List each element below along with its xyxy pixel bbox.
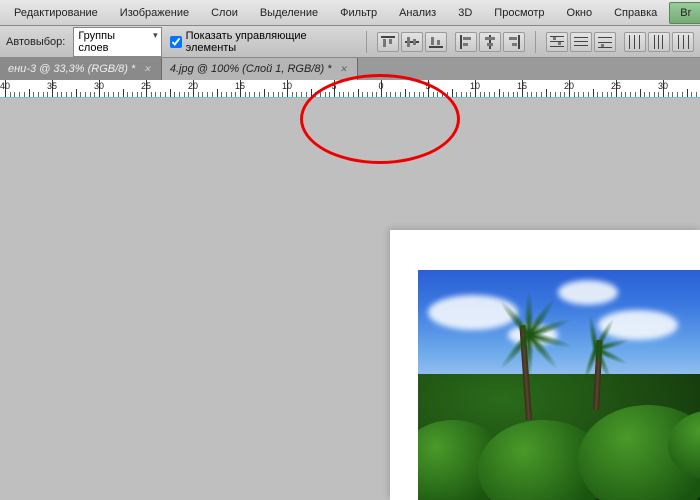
align-hcenter-icon[interactable]: [479, 32, 501, 52]
menu-help[interactable]: Справка: [604, 3, 667, 23]
separator: [535, 31, 536, 53]
close-icon[interactable]: ✕: [338, 64, 350, 75]
tab-label: ени-3 @ 33,3% (RGB/8) *: [8, 63, 135, 75]
distribute-bottom-icon[interactable]: [594, 32, 616, 52]
document-tabs: ени-3 @ 33,3% (RGB/8) * ✕ 4.jpg @ 100% (…: [0, 58, 700, 80]
menu-3d[interactable]: 3D: [448, 3, 482, 23]
menu-view[interactable]: Просмотр: [484, 3, 554, 23]
distribute-left-icon[interactable]: [624, 32, 646, 52]
menu-bar: Редактирование Изображение Слои Выделени…: [0, 0, 700, 26]
menu-window[interactable]: Окно: [557, 3, 603, 23]
distribute-vcenter-icon[interactable]: [570, 32, 592, 52]
bridge-button[interactable]: Br: [669, 2, 700, 24]
distribute-hcenter-icon[interactable]: [648, 32, 670, 52]
show-controls-label: Показать управляющие элементы: [186, 30, 356, 54]
distribute-top-icon[interactable]: [546, 32, 568, 52]
align-bottom-icon[interactable]: [425, 32, 447, 52]
close-icon[interactable]: ✕: [141, 64, 153, 75]
menu-analysis[interactable]: Анализ: [389, 3, 446, 23]
options-bar: Автовыбор: Группы слоев Показать управля…: [0, 26, 700, 58]
distribute-right-icon[interactable]: [672, 32, 694, 52]
tab-label: 4.jpg @ 100% (Слой 1, RGB/8) *: [170, 63, 332, 75]
menu-filter[interactable]: Фильтр: [330, 3, 387, 23]
menu-image[interactable]: Изображение: [110, 3, 199, 23]
align-top-icon[interactable]: [377, 32, 399, 52]
separator: [366, 31, 367, 53]
canvas-workspace[interactable]: [0, 98, 700, 500]
tab-doc-2[interactable]: 4.jpg @ 100% (Слой 1, RGB/8) * ✕: [162, 58, 358, 80]
show-controls-input[interactable]: [170, 36, 182, 48]
show-controls-checkbox[interactable]: Показать управляющие элементы: [170, 30, 356, 54]
align-group-1: [377, 32, 447, 52]
align-group-2: [455, 32, 525, 52]
distribute-group-2: [624, 32, 694, 52]
align-right-icon[interactable]: [503, 32, 525, 52]
autoselect-label: Автовыбор:: [6, 36, 65, 48]
tab-doc-1[interactable]: ени-3 @ 33,3% (RGB/8) * ✕: [0, 58, 162, 80]
horizontal-ruler[interactable]: 403530252015105051015202530: [0, 80, 700, 98]
menu-edit[interactable]: Редактирование: [4, 3, 108, 23]
menu-layers[interactable]: Слои: [201, 3, 248, 23]
image-content: [418, 270, 700, 500]
document-canvas[interactable]: [390, 230, 700, 500]
align-left-icon[interactable]: [455, 32, 477, 52]
distribute-group-1: [546, 32, 616, 52]
align-vcenter-icon[interactable]: [401, 32, 423, 52]
autoselect-dropdown[interactable]: Группы слоев: [73, 27, 161, 57]
menu-select[interactable]: Выделение: [250, 3, 328, 23]
